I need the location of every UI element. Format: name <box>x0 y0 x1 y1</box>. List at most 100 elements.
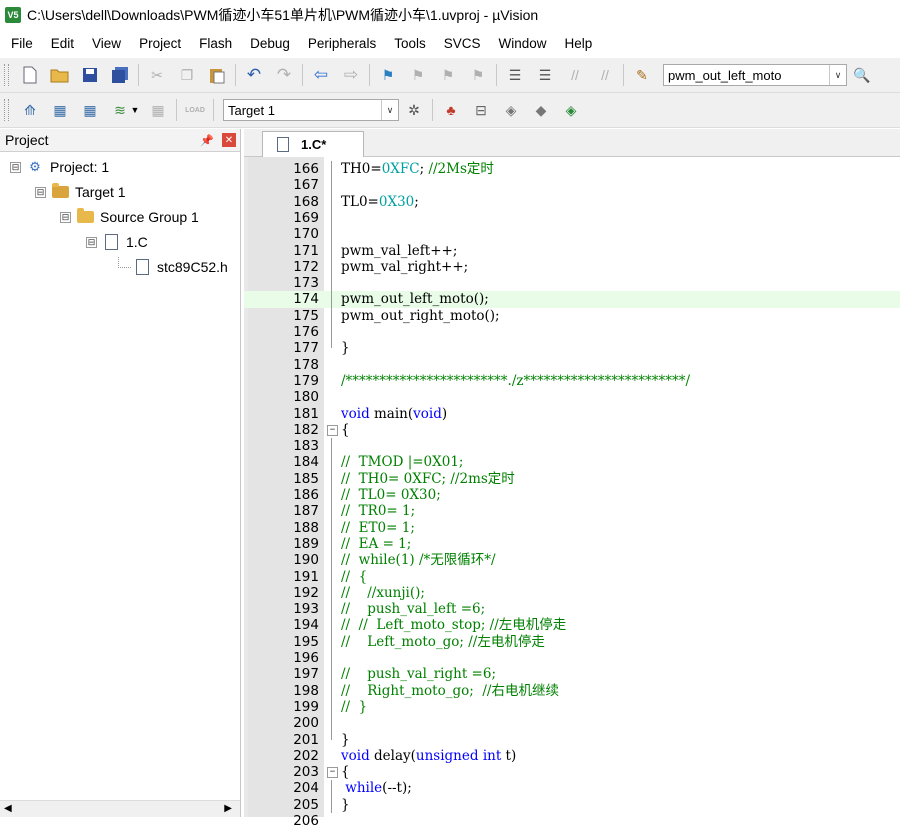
manage-project-items-icon[interactable]: ⊟ <box>470 99 492 121</box>
code-line[interactable]: 181 void main(void) <box>244 406 900 422</box>
insert-bookmark-icon[interactable]: ⚑ <box>377 64 399 86</box>
chevron-down-icon[interactable]: ∨ <box>829 65 846 85</box>
code-line[interactable]: 194 // // Left_moto_stop; //左电机停走 <box>244 617 900 633</box>
undo-icon[interactable]: ↶ <box>243 64 265 86</box>
code-line[interactable]: 184 // TMOD |=0X01; <box>244 454 900 470</box>
code-line[interactable]: 205} <box>244 797 900 813</box>
menu-window[interactable]: Window <box>487 36 553 51</box>
code-line[interactable]: 190 // while(1) /*无限循环*/ <box>244 552 900 568</box>
code-editor[interactable]: 166 TH0=0XFC; //2Ms定时 167 168 TL0=0X30; 169 17… <box>244 157 900 829</box>
open-folder-icon[interactable] <box>49 64 71 86</box>
code-line[interactable]: 170 <box>244 226 900 242</box>
tree-item-file-1c[interactable]: ⊟ 1.C <box>86 231 148 253</box>
code-line[interactable]: 172 pwm_val_right++; <box>244 259 900 275</box>
collapse-icon[interactable]: ⊟ <box>60 211 71 223</box>
menu-help[interactable]: Help <box>554 36 600 51</box>
redo-icon[interactable]: ↷ <box>273 64 295 86</box>
paste-icon[interactable] <box>206 64 228 86</box>
scroll-right-icon[interactable]: ▶ <box>224 803 232 814</box>
code-line[interactable]: 185 // TH0= 0XFC; //2ms定时 <box>244 471 900 487</box>
unindent-icon[interactable]: ☰ <box>534 64 556 86</box>
previous-bookmark-icon[interactable]: ⚑ <box>407 64 429 86</box>
save-all-icon[interactable] <box>109 64 131 86</box>
code-line[interactable]: 202 void delay(unsigned int t) <box>244 748 900 764</box>
code-line[interactable]: 174 pwm_out_left_moto(); <box>244 291 900 308</box>
code-line[interactable]: 182−{ <box>244 422 900 438</box>
build-icon[interactable]: ▦ <box>49 99 71 121</box>
menu-project[interactable]: Project <box>128 36 188 51</box>
file-extensions-icon[interactable]: ♣ <box>440 99 462 121</box>
horizontal-scrollbar[interactable]: ◀ ▶ <box>0 800 240 817</box>
clear-bookmarks-icon[interactable]: ⚑ <box>467 64 489 86</box>
code-line[interactable]: 168 TL0=0X30; <box>244 194 900 210</box>
code-line[interactable]: 192 // //xunji(); <box>244 585 900 601</box>
target-options-icon[interactable]: ✲ <box>403 99 425 121</box>
fold-toggle-icon[interactable]: − <box>327 424 338 436</box>
tree-item-header-file[interactable]: stc89C52.h <box>118 256 228 278</box>
code-line[interactable]: 198 // Right_moto_go; //右电机继续 <box>244 683 900 699</box>
code-line[interactable]: 193 // push_val_left =6; <box>244 601 900 617</box>
menu-peripherals[interactable]: Peripherals <box>297 36 383 51</box>
translate-icon[interactable]: ⟰ <box>19 99 41 121</box>
batch-build-dropdown-icon[interactable]: ▼ <box>131 99 140 121</box>
menu-flash[interactable]: Flash <box>188 36 239 51</box>
code-line[interactable]: 166 TH0=0XFC; //2Ms定时 <box>244 161 900 177</box>
toolbar-grip[interactable] <box>4 99 9 121</box>
rebuild-icon[interactable]: ▦ <box>79 99 101 121</box>
manage-rte-icon[interactable]: ◆ <box>530 99 552 121</box>
collapse-icon[interactable]: ⊟ <box>10 161 21 173</box>
code-line[interactable]: 189 // EA = 1; <box>244 536 900 552</box>
code-line[interactable]: 187 // TR0= 1; <box>244 503 900 519</box>
navigate-back-icon[interactable]: ⇦ <box>310 64 332 86</box>
code-line[interactable]: 171 pwm_val_left++; <box>244 243 900 259</box>
find-combo[interactable]: pwm_out_left_moto ∨ <box>663 64 847 86</box>
code-line[interactable]: 195 // Left_moto_go; //左电机停走 <box>244 634 900 650</box>
menu-edit[interactable]: Edit <box>40 36 81 51</box>
code-line[interactable]: 179 /************************./z*********… <box>244 373 900 389</box>
code-line[interactable]: 176 <box>244 324 900 340</box>
tree-item-target[interactable]: ⊟ Target 1 <box>35 181 126 203</box>
navigate-forward-icon[interactable]: ⇨ <box>340 64 362 86</box>
copy-icon[interactable]: ❐ <box>176 64 198 86</box>
find-in-files-icon[interactable]: ✎ <box>631 64 653 86</box>
close-icon[interactable]: ✕ <box>222 133 236 147</box>
menu-view[interactable]: View <box>81 36 128 51</box>
code-line[interactable]: 200 <box>244 715 900 731</box>
code-line[interactable]: 167 <box>244 177 900 193</box>
next-bookmark-icon[interactable]: ⚑ <box>437 64 459 86</box>
tab-1c[interactable]: 1.C* <box>262 131 364 157</box>
code-line[interactable]: 204 while(--t); <box>244 780 900 796</box>
code-line[interactable]: 180 <box>244 389 900 405</box>
code-line[interactable]: 177} <box>244 340 900 356</box>
code-line[interactable]: 197 // push_val_right =6; <box>244 666 900 682</box>
chevron-down-icon[interactable]: ∨ <box>381 100 398 120</box>
tree-item-project[interactable]: ⊟ ⚙ Project: 1 <box>10 156 109 178</box>
menu-debug[interactable]: Debug <box>239 36 297 51</box>
code-line[interactable]: 186 // TL0= 0X30; <box>244 487 900 503</box>
stop-build-icon[interactable]: ▦ <box>147 99 169 121</box>
code-line[interactable]: 199 // } <box>244 699 900 715</box>
save-icon[interactable] <box>79 64 101 86</box>
indent-icon[interactable]: ☰ <box>504 64 526 86</box>
code-line[interactable]: 206 <box>244 813 900 829</box>
menu-tools[interactable]: Tools <box>383 36 433 51</box>
download-icon[interactable]: LOAD <box>184 99 206 121</box>
new-file-icon[interactable] <box>19 64 41 86</box>
collapse-icon[interactable]: ⊟ <box>86 236 97 248</box>
code-line[interactable]: 183 <box>244 438 900 454</box>
pin-icon[interactable]: 📌 <box>200 134 214 147</box>
tree-item-source-group[interactable]: ⊟ Source Group 1 <box>60 206 199 228</box>
code-line[interactable]: 178 <box>244 357 900 373</box>
batch-build-icon[interactable]: ≋ <box>109 99 131 121</box>
code-line[interactable]: 203−{ <box>244 764 900 780</box>
scroll-left-icon[interactable]: ◀ <box>4 803 12 814</box>
fold-toggle-icon[interactable]: − <box>327 767 338 779</box>
select-packs-icon[interactable]: ◈ <box>500 99 522 121</box>
collapse-icon[interactable]: ⊟ <box>35 186 46 198</box>
code-line[interactable]: 196 <box>244 650 900 666</box>
code-line[interactable]: 188 // ET0= 1; <box>244 520 900 536</box>
comment-icon[interactable]: // <box>564 64 586 86</box>
code-line[interactable]: 175 pwm_out_right_moto(); <box>244 308 900 324</box>
find-icon[interactable]: 🔍 <box>851 64 873 86</box>
code-line[interactable]: 173 <box>244 275 900 291</box>
